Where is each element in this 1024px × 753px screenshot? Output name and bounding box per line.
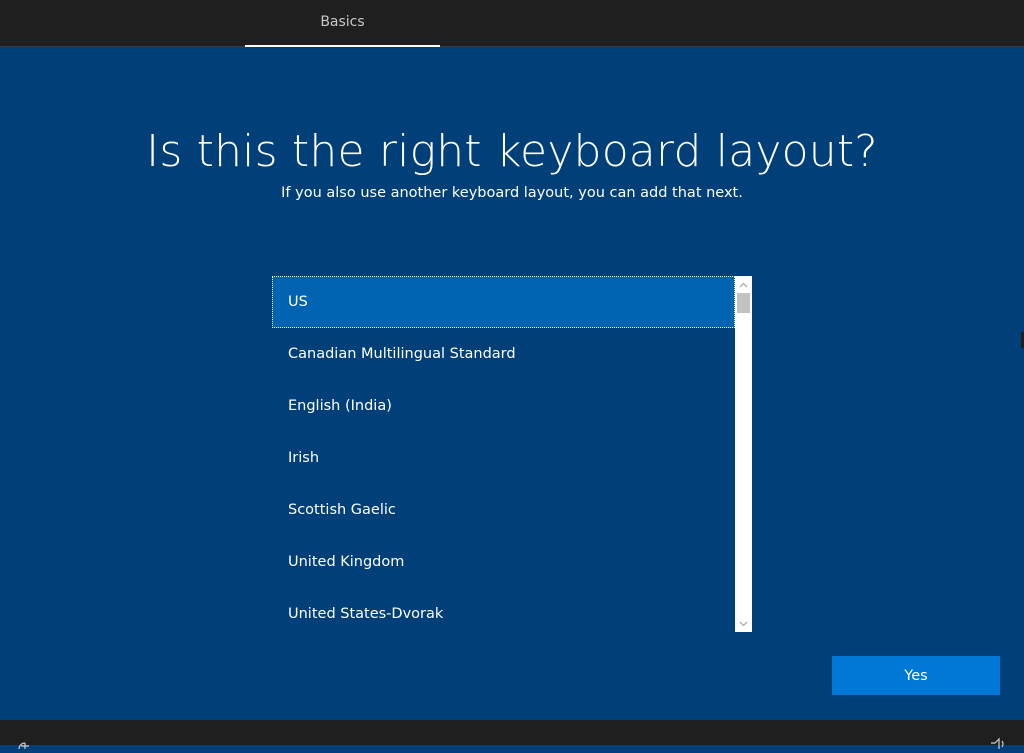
list-item-scottish-gaelic[interactable]: Scottish Gaelic <box>272 484 735 536</box>
yes-button[interactable]: Yes <box>832 656 1000 695</box>
list-item-united-states-dvorak[interactable]: United States-Dvorak <box>272 588 735 640</box>
list-item-label: United States-Dvorak <box>288 606 444 622</box>
list-item-label: US <box>288 294 308 310</box>
tab-basics[interactable]: Basics <box>245 0 440 47</box>
list-item-label: United Kingdom <box>288 554 405 570</box>
page-title: Is this the right keyboard layout? <box>146 126 878 177</box>
tab-basics-label: Basics <box>320 13 365 30</box>
page-subtitle: If you also use another keyboard layout,… <box>281 185 743 201</box>
keyboard-layout-list[interactable]: US Canadian Multilingual Standard Englis… <box>272 276 752 632</box>
list-item-label: Scottish Gaelic <box>288 502 396 518</box>
list-item-irish[interactable]: Irish <box>272 432 735 484</box>
bottom-bar <box>0 720 1024 750</box>
list-item-label: English (India) <box>288 398 392 414</box>
scroll-thumb[interactable] <box>737 293 750 313</box>
top-bar: Basics <box>0 0 1024 47</box>
list-item-label: Canadian Multilingual Standard <box>288 346 516 362</box>
list-item-canadian-multilingual-standard[interactable]: Canadian Multilingual Standard <box>272 328 735 380</box>
ease-of-access-icon[interactable] <box>15 734 35 750</box>
list-item-us[interactable]: US <box>272 276 735 328</box>
scroll-up-arrow-icon[interactable] <box>735 276 752 293</box>
list-item-united-kingdom[interactable]: United Kingdom <box>272 536 735 588</box>
setup-page: Is this the right keyboard layout? If yo… <box>0 47 1024 720</box>
volume-icon[interactable] <box>988 734 1008 749</box>
scroll-down-arrow-icon[interactable] <box>735 615 752 632</box>
list-item-label: Irish <box>288 450 320 466</box>
list-scrollbar[interactable] <box>735 276 752 632</box>
list-item-english-india[interactable]: English (India) <box>272 380 735 432</box>
